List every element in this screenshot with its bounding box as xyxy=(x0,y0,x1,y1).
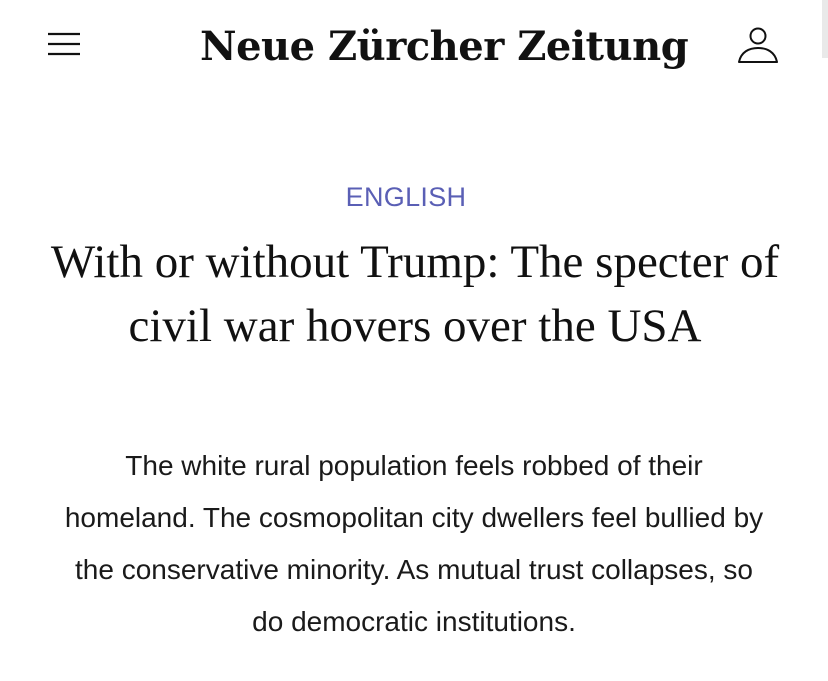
article-lead: The white rural population feels robbed … xyxy=(64,450,764,637)
scrollbar[interactable] xyxy=(822,0,828,58)
user-account-icon xyxy=(732,22,784,68)
menu-button[interactable] xyxy=(40,24,88,64)
article-headline: With or without Trump: The specter of ci… xyxy=(50,236,780,352)
section-label[interactable]: ENGLISH xyxy=(0,180,812,214)
site-header: Neue Zürcher Zeitung xyxy=(0,0,828,90)
hamburger-menu-icon xyxy=(40,24,88,64)
account-button[interactable] xyxy=(732,22,784,68)
site-logo[interactable]: Neue Zürcher Zeitung xyxy=(200,14,689,80)
